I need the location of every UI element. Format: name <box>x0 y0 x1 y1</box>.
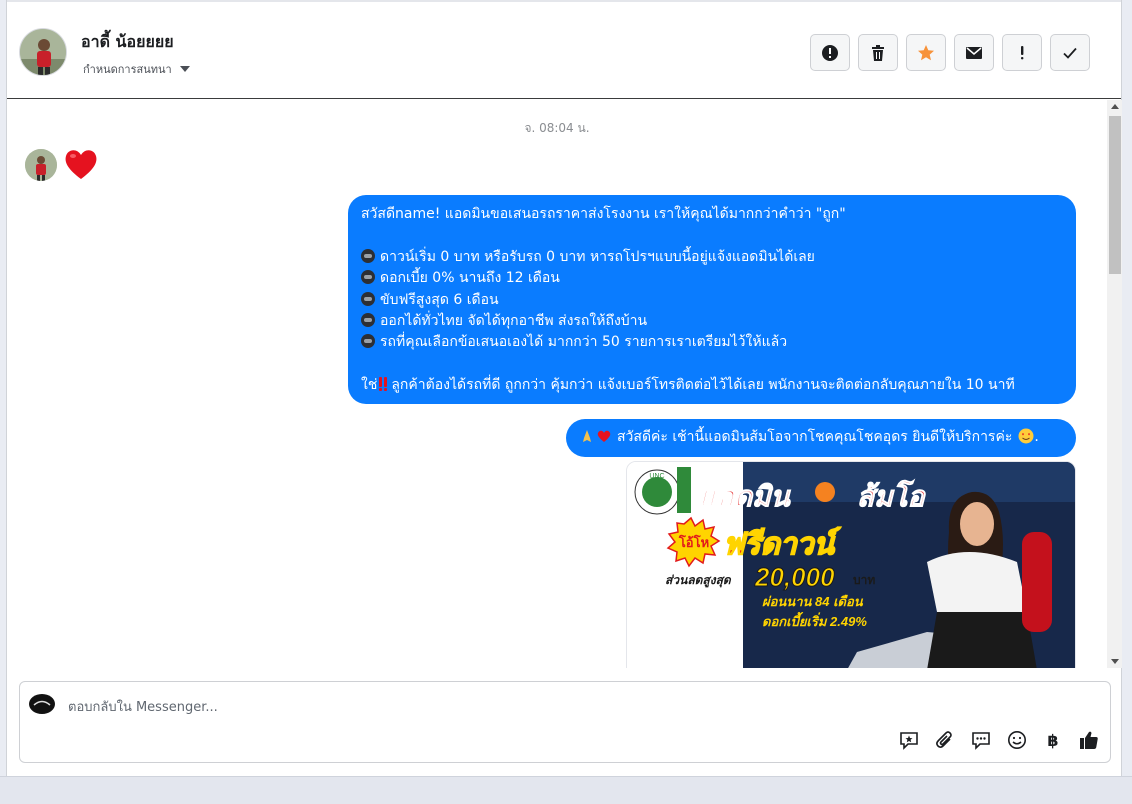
contact-avatar-small <box>25 149 57 181</box>
message-thread[interactable]: จ. 08:04 น. สวัสดีname! แอดมินขอเสนอรถรา… <box>7 100 1107 668</box>
emoji-icon <box>1008 731 1026 749</box>
saved-reply-icon <box>900 732 918 750</box>
message-trailing: . <box>1034 429 1039 445</box>
envelope-icon <box>966 46 982 59</box>
check-icon <box>1063 47 1077 59</box>
car-emoji-icon <box>361 334 375 349</box>
closing-prefix: ใช่ <box>361 377 378 394</box>
bullet-item: ออกได้ทั่วไทย จัดได้ทุกอาชีพ ส่งรถให้ถึง… <box>361 311 1062 332</box>
star-icon <box>918 44 934 60</box>
message-text: สวัสดีค่ะ เช้านี้แอดมินส้มโอจากโชคคุณโชค… <box>617 429 1013 445</box>
attachment-icon <box>936 731 952 748</box>
conversation-header: อาดี้ น้อยยยย กำหนดการสนทนา <box>7 0 1121 99</box>
scroll-up-arrow-icon[interactable] <box>1111 104 1119 109</box>
label-dropdown-text: กำหนดการสนทนา <box>83 63 172 76</box>
bullet-item: ขับฟรีสูงสุด 6 เดือน <box>361 290 1062 311</box>
payment-button[interactable]: ฿ <box>1042 729 1064 751</box>
page-avatar <box>29 694 55 714</box>
composer-tools: ฿ <box>898 729 1100 751</box>
bullet-text: ออกได้ทั่วไทย จัดได้ทุกอาชีพ ส่งรถให้ถึง… <box>380 312 648 329</box>
label-dropdown[interactable]: กำหนดการสนทนา <box>83 60 190 78</box>
attach-file-button[interactable] <box>934 729 956 751</box>
closing-line: ใช่ ลูกค้าต้องได้รถที่ดี ถูกกว่า คุ้มกว่า… <box>361 375 1062 396</box>
messenger-window: อาดี้ น้อยยยย กำหนดการสนทนา จ. 08:04 น. … <box>6 0 1122 776</box>
bullet-text: ดอกเบี้ย 0% นานถึง 12 เดือน <box>380 270 560 287</box>
car-emoji-icon <box>361 312 375 327</box>
scrollbar-thumb[interactable] <box>1109 116 1121 274</box>
baht-icon: ฿ <box>1047 730 1059 750</box>
heart-icon <box>597 430 611 442</box>
saved-reply-button[interactable] <box>898 729 920 751</box>
heart-eyes-face-icon <box>1018 428 1034 444</box>
trash-icon <box>872 44 884 61</box>
like-button[interactable] <box>1078 729 1100 751</box>
promo-headline-2: ส้มโอ <box>857 479 927 512</box>
exclamation-icon <box>1021 45 1024 59</box>
bullet-item: ดอกเบี้ย 0% นานถึง 12 เดือน <box>361 268 1062 289</box>
promo-installment: ผ่อนนาน 84 เดือน <box>762 594 864 609</box>
folded-hands-icon <box>583 430 591 442</box>
reply-input[interactable]: ตอบกลับใน Messenger... <box>68 696 218 717</box>
contact-name[interactable]: อาดี้ น้อยยยย <box>81 30 174 55</box>
double-exclamation-icon <box>379 377 388 392</box>
car-emoji-icon <box>361 270 375 285</box>
delete-button[interactable] <box>858 34 898 71</box>
bullet-text: รถที่คุณเลือกข้อเสนอเองได้ มากกว่า 50 รา… <box>380 334 788 351</box>
thumbs-up-icon <box>1080 731 1098 749</box>
promo-headline: แอดมิน <box>699 481 792 512</box>
message-timestamp: จ. 08:04 น. <box>524 121 590 135</box>
message-text: สวัสดีname! แอดมินขอเสนอรถราคาส่งโรงงาน … <box>361 206 846 222</box>
scroll-down-arrow-icon[interactable] <box>1111 659 1119 664</box>
promo-image: UNC แอดมิน ส้มโอ โอ้โห ฟรีดาวน์ ส่วนลดสู… <box>627 462 1075 668</box>
bullet-text: ขับฟรีสูงสุด 6 เดือน <box>380 291 499 308</box>
mark-done-button[interactable] <box>1050 34 1090 71</box>
follow-up-button[interactable] <box>1002 34 1042 71</box>
star-button[interactable] <box>906 34 946 71</box>
promo-interest: ดอกเบี้ยเริ่ม 2.49% <box>762 611 867 629</box>
contact-avatar[interactable] <box>19 28 67 76</box>
caret-down-icon <box>179 66 190 72</box>
window-bottom-edge <box>0 776 1132 804</box>
reply-composer[interactable]: ตอบกลับใน Messenger... ฿ <box>19 681 1111 763</box>
logo-text: UNC <box>649 473 664 480</box>
car-emoji-icon <box>361 291 375 306</box>
promo-discount-label: ส่วนลดสูงสุด <box>665 573 732 588</box>
bullet-text: ดาวน์เริ่ม 0 บาท หรือรับรถ 0 บาท หารถโปร… <box>380 248 815 265</box>
outgoing-message-bubble[interactable]: สวัสดีค่ะ เช้านี้แอดมินส้มโอจากโชคคุณโชค… <box>566 419 1076 457</box>
spam-button[interactable] <box>810 34 850 71</box>
emoji-button[interactable] <box>1006 729 1028 751</box>
bullet-item: ดาวน์เริ่ม 0 บาท หรือรับรถ 0 บาท หารถโปร… <box>361 247 1062 268</box>
message-templates-button[interactable] <box>970 729 992 751</box>
bullet-item: รถที่คุณเลือกข้อเสนอเองได้ มากกว่า 50 รา… <box>361 332 1062 353</box>
chat-icon <box>972 732 990 750</box>
exclamation-circle-icon <box>822 44 838 61</box>
thread-scrollbar[interactable] <box>1107 100 1122 668</box>
heart-icon <box>65 150 97 179</box>
conversation-actions <box>810 34 1090 71</box>
promo-free-down: ฟรีดาวน์ <box>723 527 841 561</box>
promo-discount-amount: 20,000 <box>754 562 835 592</box>
promo-burst-text: โอ้โห <box>678 534 709 550</box>
promo-image-attachment[interactable]: UNC แอดมิน ส้มโอ โอ้โห ฟรีดาวน์ ส่วนลดสู… <box>626 461 1076 668</box>
mark-unread-button[interactable] <box>954 34 994 71</box>
car-emoji-icon <box>361 248 375 263</box>
closing-text: ลูกค้าต้องได้รถที่ดี ถูกกว่า คุ้มกว่า แจ… <box>391 377 1015 394</box>
promo-discount-unit: บาท <box>853 573 875 587</box>
outgoing-message-bubble[interactable]: สวัสดีname! แอดมินขอเสนอรถราคาส่งโรงงาน … <box>348 195 1076 404</box>
